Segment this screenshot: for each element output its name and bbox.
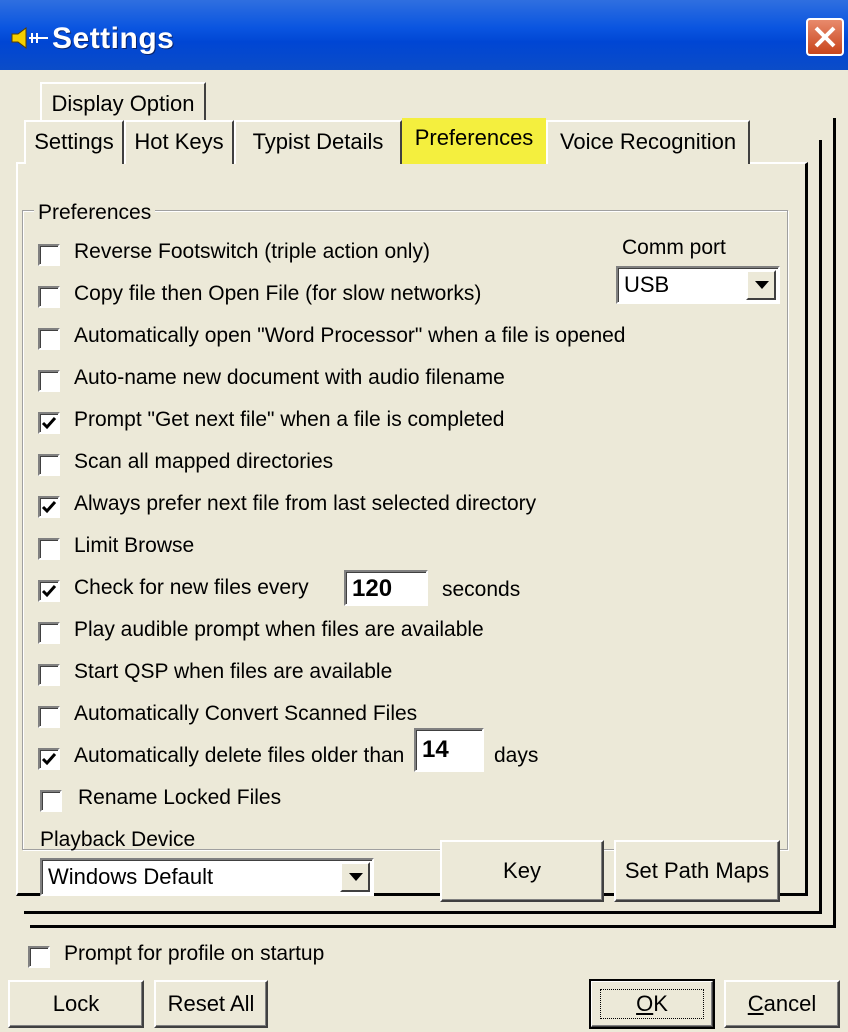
close-icon bbox=[814, 26, 836, 48]
chevron-down-icon bbox=[755, 281, 769, 289]
option-label: Auto-name new document with audio filena… bbox=[74, 366, 505, 389]
days-label: days bbox=[494, 744, 539, 767]
set-path-maps-button[interactable]: Set Path Maps bbox=[614, 840, 780, 902]
comm-port-dropdown-button[interactable] bbox=[746, 270, 776, 300]
checkmark-icon bbox=[41, 585, 57, 598]
tab-label: Settings bbox=[34, 129, 114, 154]
playback-device-label: Playback Device bbox=[40, 828, 196, 851]
option-label: Copy file then Open File (for slow netwo… bbox=[74, 282, 482, 305]
close-button[interactable] bbox=[806, 18, 844, 56]
title-bar[interactable]: Settings bbox=[0, 0, 848, 71]
comm-port-value: USB bbox=[624, 272, 670, 297]
option-label: Scan all mapped directories bbox=[74, 450, 334, 473]
cancel-button-label: Cancel bbox=[747, 991, 817, 1016]
prompt-profile-label: Prompt for profile on startup bbox=[64, 942, 325, 965]
option-checkbox[interactable] bbox=[38, 706, 60, 728]
tab-label: Preferences bbox=[414, 125, 534, 150]
tab-hot-keys[interactable]: Hot Keys bbox=[124, 120, 234, 164]
option-label: Prompt "Get next file" when a file is co… bbox=[74, 408, 505, 431]
ok-button[interactable]: OK bbox=[589, 979, 715, 1029]
lock-button-label: Lock bbox=[52, 991, 100, 1016]
option-label: Reverse Footswitch (triple action only) bbox=[74, 240, 430, 263]
checkmark-icon bbox=[41, 753, 57, 766]
option-label: Rename Locked Files bbox=[78, 786, 282, 809]
playback-device-dropdown-button[interactable] bbox=[340, 862, 370, 892]
playback-device-value: Windows Default bbox=[48, 864, 214, 889]
option-checkbox[interactable] bbox=[38, 538, 60, 560]
chevron-down-icon bbox=[349, 873, 363, 881]
key-button[interactable]: Key bbox=[440, 840, 604, 902]
option-label: Automatically open "Word Processor" when… bbox=[74, 324, 626, 347]
option-checkbox[interactable] bbox=[38, 580, 60, 602]
option-label: Start QSP when files are available bbox=[74, 660, 393, 683]
option-checkbox[interactable] bbox=[38, 454, 60, 476]
groupbox-label: Preferences bbox=[34, 201, 156, 225]
key-button-label: Key bbox=[503, 858, 541, 883]
delete-age-value: 14 bbox=[422, 736, 449, 763]
tab-label: Typist Details bbox=[252, 129, 384, 154]
option-label: Play audible prompt when files are avail… bbox=[74, 618, 484, 641]
ok-button-label: OK bbox=[636, 991, 668, 1016]
tab-voice-recognition[interactable]: Voice Recognition bbox=[546, 120, 750, 164]
checkmark-icon bbox=[41, 417, 57, 430]
option-checkbox[interactable] bbox=[38, 370, 60, 392]
lock-button[interactable]: Lock bbox=[8, 980, 144, 1028]
option-label: Check for new files every bbox=[74, 576, 309, 599]
window-title: Settings bbox=[52, 22, 175, 55]
option-checkbox[interactable] bbox=[38, 328, 60, 350]
option-checkbox[interactable] bbox=[38, 622, 60, 644]
tab-label: Voice Recognition bbox=[559, 129, 737, 154]
option-checkbox[interactable] bbox=[40, 790, 62, 812]
tab-label: Hot Keys bbox=[134, 129, 224, 154]
seconds-label: seconds bbox=[442, 578, 521, 601]
option-label: Limit Browse bbox=[74, 534, 195, 557]
playback-device-select[interactable]: Windows Default bbox=[40, 858, 374, 896]
option-checkbox[interactable] bbox=[38, 244, 60, 266]
prompt-profile-checkbox[interactable] bbox=[28, 946, 50, 968]
reset-all-button-label: Reset All bbox=[167, 991, 255, 1016]
reset-all-button[interactable]: Reset All bbox=[154, 980, 268, 1028]
set-path-maps-label: Set Path Maps bbox=[624, 858, 770, 883]
option-label: Automatically delete files older than bbox=[74, 744, 405, 767]
option-checkbox[interactable] bbox=[38, 496, 60, 518]
option-checkbox[interactable] bbox=[38, 748, 60, 770]
checkmark-icon bbox=[41, 501, 57, 514]
tab-settings[interactable]: Settings bbox=[24, 120, 124, 164]
option-checkbox[interactable] bbox=[38, 664, 60, 686]
check-interval-value: 120 bbox=[352, 575, 393, 602]
comm-port-label: Comm port bbox=[622, 236, 726, 259]
check-interval-input[interactable]: 120 bbox=[344, 570, 428, 606]
option-label: Automatically Convert Scanned Files bbox=[74, 702, 418, 725]
option-checkbox[interactable] bbox=[38, 412, 60, 434]
delete-age-input[interactable]: 14 bbox=[414, 728, 484, 772]
speaker-icon bbox=[11, 27, 48, 49]
tab-typist-details[interactable]: Typist Details bbox=[234, 120, 402, 164]
option-checkbox[interactable] bbox=[38, 286, 60, 308]
tab-preferences[interactable]: Preferences bbox=[402, 118, 546, 164]
option-label: Always prefer next file from last select… bbox=[74, 492, 537, 515]
tab-label: Display Option bbox=[51, 91, 195, 116]
cancel-button[interactable]: Cancel bbox=[724, 980, 840, 1028]
